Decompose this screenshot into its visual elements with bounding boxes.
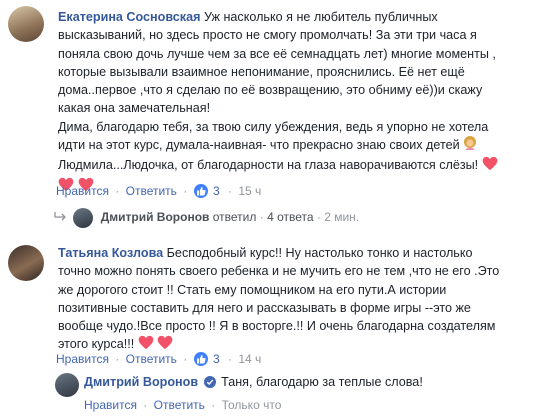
reply-button[interactable]: Ответить bbox=[126, 184, 177, 198]
replies-count[interactable]: 4 ответа bbox=[267, 210, 313, 224]
like-button[interactable]: Нравится bbox=[56, 184, 109, 198]
reply-author[interactable]: Дмитрий Воронов bbox=[84, 375, 198, 389]
comment-text-line: точно можно понять своего ребенка и не м… bbox=[58, 264, 500, 279]
avatar[interactable] bbox=[8, 6, 44, 42]
verified-icon bbox=[203, 376, 216, 388]
comment-text-line: же дорогого стоит !! Стать ему помощнико… bbox=[58, 282, 447, 297]
comment-text-line: Людмила...Людочка, от благодарности на г… bbox=[58, 158, 479, 173]
replies-summary[interactable]: Дмитрий Воронов ответил · 4 ответа · 2 м… bbox=[54, 208, 359, 228]
comment-time[interactable]: 15 ч bbox=[238, 184, 261, 198]
reply-action: ответил bbox=[212, 210, 257, 225]
avatar[interactable] bbox=[55, 373, 79, 397]
comment-text-line: поняла свою дочь лучше чем за все её сем… bbox=[58, 46, 496, 61]
comment-author[interactable]: Екатерина Сосновская bbox=[58, 10, 200, 24]
avatar[interactable] bbox=[8, 245, 44, 281]
reaction-count[interactable]: 3 bbox=[213, 352, 220, 366]
like-icon[interactable] bbox=[193, 184, 208, 198]
like-icon[interactable] bbox=[193, 352, 208, 366]
comment-text-line: этого курса!!! bbox=[58, 337, 135, 352]
comment-text-line: какая она замечательная! bbox=[58, 101, 211, 116]
reply-arrow-icon bbox=[54, 210, 71, 224]
comment-text-line: Бесподобный курс!! Ну настолько тонко и … bbox=[166, 246, 473, 260]
reply-text: Таня, благодарю за теплые слова! bbox=[221, 375, 423, 389]
comment-actions: Нравится · Ответить · 3 · 15 ч bbox=[56, 184, 262, 198]
reply-actions: Нравится · Ответить · Только что bbox=[84, 398, 282, 412]
comment-bubble: Татьяна Козлова Бесподобный курс!! Ну на… bbox=[48, 243, 526, 352]
reply-button[interactable]: Ответить bbox=[126, 352, 177, 366]
reaction-count[interactable]: 3 bbox=[213, 184, 220, 198]
reply-author[interactable]: Дмитрий Воронов bbox=[101, 210, 210, 224]
avatar[interactable] bbox=[73, 208, 94, 228]
comment-text-line: вообще чудо.!Все просто !! Я в восторге.… bbox=[58, 319, 496, 334]
heart-icon bbox=[482, 156, 498, 176]
replies-time: 2 мин. bbox=[324, 210, 360, 225]
comment-author[interactable]: Татьяна Козлова bbox=[58, 246, 163, 260]
comment-text-line: Дима, благодарю тебя, за твою силу убежд… bbox=[58, 119, 489, 134]
woman-emoji-icon bbox=[463, 136, 477, 156]
comment-text-line: позитивные составить для него и рассказы… bbox=[58, 300, 471, 315]
comment-text-line: дома..первое ,что я сделаю по её возвращ… bbox=[58, 83, 483, 98]
comment-actions: Нравится · Ответить · 3 · 14 ч bbox=[56, 352, 262, 366]
comment-text-line: которые вызывали взаимное непонимание, п… bbox=[58, 64, 465, 79]
comment-time[interactable]: 14 ч bbox=[238, 352, 261, 366]
comment-text-line: идти на этот курс, думала-наивная- что п… bbox=[58, 138, 460, 153]
comment-bubble: Екатерина Сосновская Уж насколько я не л… bbox=[48, 3, 522, 191]
reply-button[interactable]: Ответить bbox=[154, 398, 205, 412]
comment-text-line: Уж насколько я не любитель публичных bbox=[203, 10, 438, 24]
like-button[interactable]: Нравится bbox=[84, 398, 137, 412]
reply-time[interactable]: Только что bbox=[222, 398, 282, 412]
like-button[interactable]: Нравится bbox=[56, 352, 109, 366]
comment-text-line: высказываний, но здесь просто не смогу п… bbox=[58, 28, 477, 43]
